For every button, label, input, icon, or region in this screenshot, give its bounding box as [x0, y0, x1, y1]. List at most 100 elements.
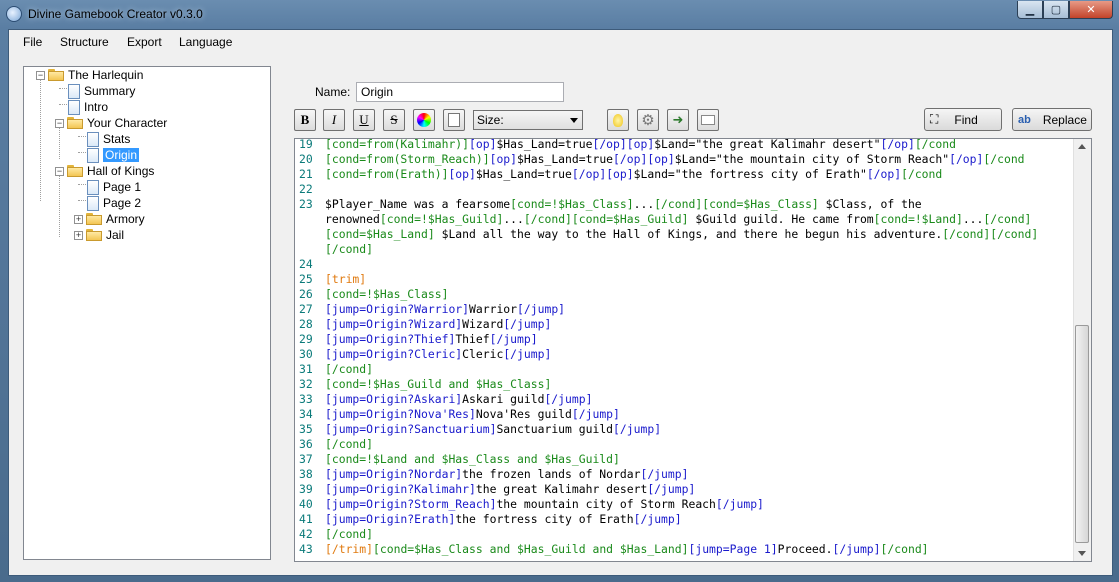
code-line[interactable]: [cond=$Has_Land] $Land all the way to th…: [325, 227, 1038, 242]
name-label: Name:: [315, 85, 351, 99]
code-line[interactable]: [jump=Origin?Wizard]Wizard[/jump]: [325, 317, 551, 332]
color-wheel-button[interactable]: [413, 109, 435, 131]
tree-node-intro[interactable]: Intro: [68, 99, 108, 115]
close-button[interactable]: ✕: [1069, 1, 1113, 19]
find-label: Find: [954, 112, 978, 127]
scroll-up-icon[interactable]: [1078, 144, 1086, 149]
code-line[interactable]: [jump=Origin?Kalimahr]the great Kalimahr…: [325, 482, 695, 497]
tree-node-armory[interactable]: Armory: [86, 211, 145, 227]
menu-language[interactable]: Language: [179, 35, 232, 49]
code-token: [/jump]: [544, 392, 593, 406]
code-line[interactable]: [/cond]: [325, 242, 373, 257]
code-token: [cond=!$Has_Class]: [510, 197, 634, 211]
code-token: [jump=Origin?Nova'Res]: [325, 407, 476, 421]
structure-tree[interactable]: − The Harlequin Summary Intro − Your Cha…: [23, 66, 271, 560]
tree-node-summary[interactable]: Summary: [68, 83, 135, 99]
code-token: [/cond: [901, 167, 943, 181]
title-bar[interactable]: Divine Gamebook Creator v0.3.0 ▁ ▢ ✕: [0, 0, 1119, 28]
code-line[interactable]: [jump=Origin?Askari]Askari guild[/jump]: [325, 392, 592, 407]
code-line[interactable]: [cond=from(Erath)][op]$Has_Land=true[/op…: [325, 167, 942, 182]
tree-label: Your Character: [87, 116, 168, 130]
code-token: [cond=$Has_Class and $Has_Guild and $Has…: [373, 542, 689, 556]
settings-button[interactable]: ⚙: [637, 109, 659, 131]
vertical-scrollbar[interactable]: [1073, 139, 1091, 561]
expand-armory-icon[interactable]: +: [74, 215, 83, 224]
code-token: the frozen lands of Nordar: [462, 467, 641, 481]
page-icon: [87, 195, 99, 211]
code-line[interactable]: renowned[cond=!$Has_Guild]...[/cond][con…: [325, 212, 1031, 227]
code-line[interactable]: [/trim][cond=$Has_Class and $Has_Guild a…: [325, 542, 929, 557]
underline-button[interactable]: U: [353, 109, 375, 131]
italic-button[interactable]: I: [323, 109, 345, 131]
code-line[interactable]: [/cond]: [325, 362, 373, 377]
code-line[interactable]: [/cond]: [325, 437, 373, 452]
code-line[interactable]: [jump=Origin?Nordar]the frozen lands of …: [325, 467, 688, 482]
line-number: 26: [299, 287, 313, 301]
code-line[interactable]: [jump=Origin?Nova'Res]Nova'Res guild[/ju…: [325, 407, 620, 422]
code-line[interactable]: [cond=from(Storm_Reach)][op]$Has_Land=tr…: [325, 152, 1025, 167]
code-line[interactable]: [jump=Origin?Cleric]Cleric[/jump]: [325, 347, 551, 362]
bold-button[interactable]: B: [294, 109, 316, 131]
menu-file[interactable]: File: [23, 35, 42, 49]
menu-export[interactable]: Export: [127, 35, 162, 49]
tree-node-root[interactable]: The Harlequin: [48, 67, 143, 83]
export-page-button[interactable]: ➜: [667, 109, 689, 131]
collapse-your-character-icon[interactable]: −: [55, 119, 64, 128]
collapse-root-icon[interactable]: −: [36, 71, 45, 80]
code-line[interactable]: [/cond]: [325, 527, 373, 542]
scroll-thumb[interactable]: [1075, 325, 1089, 543]
code-token: [cond=from(Kalimahr)]: [325, 138, 470, 151]
code-line[interactable]: [jump=Origin?Thief]Thief[/jump]: [325, 332, 538, 347]
tree-node-stats[interactable]: Stats: [87, 131, 130, 147]
code-line[interactable]: [jump=Origin?Warrior]Warrior[/jump]: [325, 302, 565, 317]
tree-node-page1[interactable]: Page 1: [87, 179, 141, 195]
code-token: [/op]: [880, 138, 915, 151]
line-number: 43: [299, 542, 313, 556]
code-token: $Player_Name was a fearsome: [325, 197, 511, 211]
tree-node-your-character[interactable]: Your Character: [67, 115, 167, 131]
code-line[interactable]: [jump=Origin?Sanctuarium]Sanctuarium gui…: [325, 422, 661, 437]
code-line[interactable]: [cond=from(Kalimahr)][op]$Has_Land=true[…: [325, 138, 956, 152]
code-line[interactable]: [jump=Origin?Storm_Reach]the mountain ci…: [325, 497, 764, 512]
line-number: 37: [299, 452, 313, 466]
chevron-down-icon: [570, 118, 578, 123]
code-token: [cond=from(Erath)]: [325, 167, 449, 181]
code-line[interactable]: [trim]: [325, 272, 366, 287]
tree-node-hall-of-kings[interactable]: Hall of Kings: [67, 163, 154, 179]
code-token: [/trim]: [325, 542, 374, 556]
code-editor[interactable]: 19 [cond=from(Kalimahr)][op]$Has_Land=tru…: [294, 138, 1092, 562]
code-token: [cond=!$Land and $Has_Class and $Has_Gui…: [325, 452, 620, 466]
replace-button[interactable]: ab Replace: [1012, 108, 1092, 131]
menu-structure[interactable]: Structure: [60, 35, 109, 49]
code-line[interactable]: $Player_Name was a fearsome[cond=!$Has_C…: [325, 197, 922, 212]
code-line[interactable]: [cond=!$Land and $Has_Class and $Has_Gui…: [325, 452, 620, 467]
minimize-button[interactable]: ▁: [1017, 1, 1043, 19]
strikethrough-button[interactable]: S: [383, 109, 405, 131]
code-line[interactable]: [cond=!$Has_Class]: [325, 287, 448, 302]
size-select[interactable]: Size:: [473, 110, 583, 130]
scroll-down-icon[interactable]: [1078, 551, 1086, 556]
note-button[interactable]: [443, 109, 465, 131]
code-token: Askari guild: [462, 392, 545, 406]
app-logo-icon: [6, 6, 22, 22]
code-token: [/jump]: [489, 332, 538, 346]
code-token: $Land="the fortress city of Erath": [633, 167, 867, 181]
line-number: 24: [299, 257, 313, 271]
line-number: 23: [299, 197, 313, 211]
collapse-hall-of-kings-icon[interactable]: −: [55, 167, 64, 176]
tree-node-page2[interactable]: Page 2: [87, 195, 141, 211]
tree-node-origin[interactable]: Origin: [87, 147, 140, 163]
tree-node-jail[interactable]: Jail: [86, 227, 124, 243]
line-number: 25: [299, 272, 313, 286]
replace-icon: ab: [1018, 113, 1031, 126]
expand-jail-icon[interactable]: +: [74, 231, 83, 240]
lightbulb-button[interactable]: [607, 109, 629, 131]
blank-frame-button[interactable]: [697, 109, 719, 131]
maximize-button[interactable]: ▢: [1043, 1, 1069, 19]
name-input[interactable]: [356, 82, 564, 102]
line-number: 31: [299, 362, 313, 376]
find-button[interactable]: ⛶ Find: [924, 108, 1002, 131]
code-line[interactable]: [cond=!$Has_Guild and $Has_Class]: [325, 377, 551, 392]
size-select-value: Size:: [477, 113, 504, 127]
code-line[interactable]: [jump=Origin?Erath]the fortress city of …: [325, 512, 682, 527]
